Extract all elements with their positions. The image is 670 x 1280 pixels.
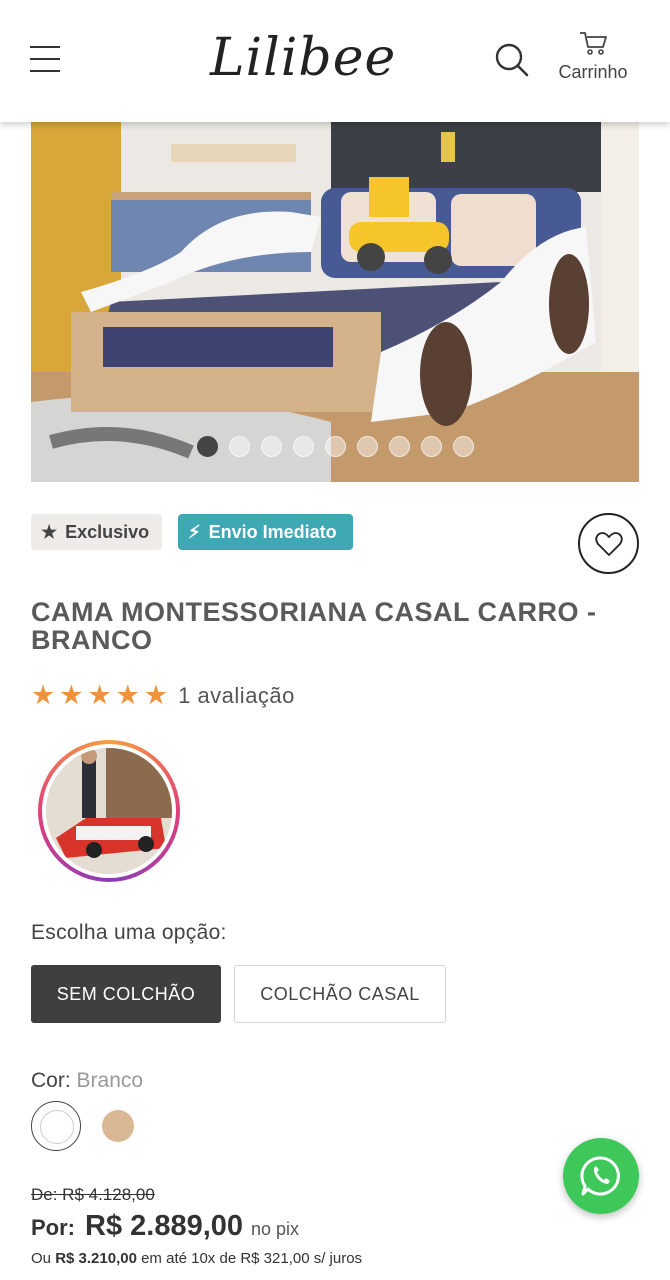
star-icon: ★ bbox=[41, 521, 58, 542]
current-price: Por: R$ 2.889,00 no pix bbox=[31, 1210, 299, 1243]
installments-prefix: Ou bbox=[31, 1250, 52, 1267]
star-icon: ★ bbox=[59, 680, 84, 710]
star-icon: ★ bbox=[31, 680, 56, 710]
color-label: Cor: Branco bbox=[31, 1069, 143, 1093]
price-amount: R$ 2.889,00 bbox=[85, 1210, 244, 1242]
product-image-carousel[interactable] bbox=[31, 122, 639, 482]
carousel-dot[interactable] bbox=[452, 436, 474, 457]
heart-icon bbox=[594, 531, 623, 556]
product-video-thumbnail[interactable] bbox=[38, 740, 180, 882]
carousel-dot[interactable] bbox=[228, 436, 250, 457]
carousel-dot[interactable] bbox=[324, 436, 346, 457]
product-title: CAMA MONTESSORIANA CASAL CARRO - BRANCO bbox=[31, 597, 597, 655]
shipping-badge-label: Envio Imediato bbox=[208, 521, 337, 542]
rating-count[interactable]: 1 avaliação bbox=[178, 683, 295, 709]
star-icon: ★ bbox=[143, 680, 169, 710]
carousel-dot[interactable] bbox=[260, 436, 282, 457]
option-sem-colchao-button[interactable]: SEM COLCHÃO bbox=[31, 965, 221, 1023]
carousel-dot[interactable] bbox=[420, 436, 442, 457]
old-price: De: R$ 4.128,00 bbox=[31, 1185, 155, 1204]
site-header: Lilibee Carrinho bbox=[0, 0, 670, 122]
logo-text: Lilibee bbox=[210, 28, 397, 88]
color-selected-value: Branco bbox=[76, 1069, 144, 1092]
product-rating[interactable]: ★ ★ ★ ★ ★ 1 avaliação bbox=[31, 680, 295, 711]
lightning-icon: ⚡︎ bbox=[188, 521, 201, 542]
carousel-dot[interactable] bbox=[292, 436, 314, 457]
favorite-button[interactable] bbox=[578, 513, 639, 574]
cart-button[interactable]: Carrinho bbox=[548, 30, 638, 92]
carousel-dot[interactable] bbox=[356, 436, 378, 457]
cart-icon bbox=[580, 32, 607, 55]
whatsapp-icon bbox=[580, 1156, 620, 1196]
carousel-dot[interactable] bbox=[196, 436, 218, 457]
color-label-title: Cor: bbox=[31, 1069, 71, 1092]
video-preview-image bbox=[46, 748, 172, 874]
star-icon: ★ bbox=[115, 680, 140, 710]
cart-label: Carrinho bbox=[558, 62, 628, 82]
carousel-dots bbox=[31, 436, 639, 457]
exclusive-badge: ★ Exclusivo bbox=[31, 514, 162, 550]
color-swatch-wood[interactable] bbox=[102, 1110, 134, 1142]
whatsapp-button[interactable] bbox=[563, 1138, 639, 1214]
star-icon: ★ bbox=[87, 680, 112, 710]
option-label: Escolha uma opção: bbox=[31, 921, 227, 944]
logo[interactable]: Lilibee bbox=[210, 22, 397, 94]
color-swatch-white[interactable] bbox=[31, 1101, 81, 1151]
product-photo bbox=[31, 122, 639, 482]
search-icon[interactable] bbox=[494, 42, 530, 78]
story-ring bbox=[42, 744, 176, 878]
shipping-badge: ⚡︎ Envio Imediato bbox=[178, 514, 353, 550]
exclusive-badge-label: Exclusivo bbox=[65, 521, 150, 542]
hamburger-menu-icon[interactable] bbox=[30, 46, 60, 76]
option-colchao-casal-button[interactable]: COLCHÃO CASAL bbox=[234, 965, 446, 1023]
carousel-dot[interactable] bbox=[388, 436, 410, 457]
installments-suffix: em até 10x de R$ 321,00 s/ juros bbox=[141, 1250, 363, 1267]
installments-info: Ou R$ 3.210,00 em até 10x de R$ 321,00 s… bbox=[31, 1250, 362, 1267]
price-pix-label: no pix bbox=[251, 1219, 300, 1239]
installments-total: R$ 3.210,00 bbox=[55, 1250, 137, 1267]
price-por-label: Por: bbox=[31, 1215, 75, 1240]
